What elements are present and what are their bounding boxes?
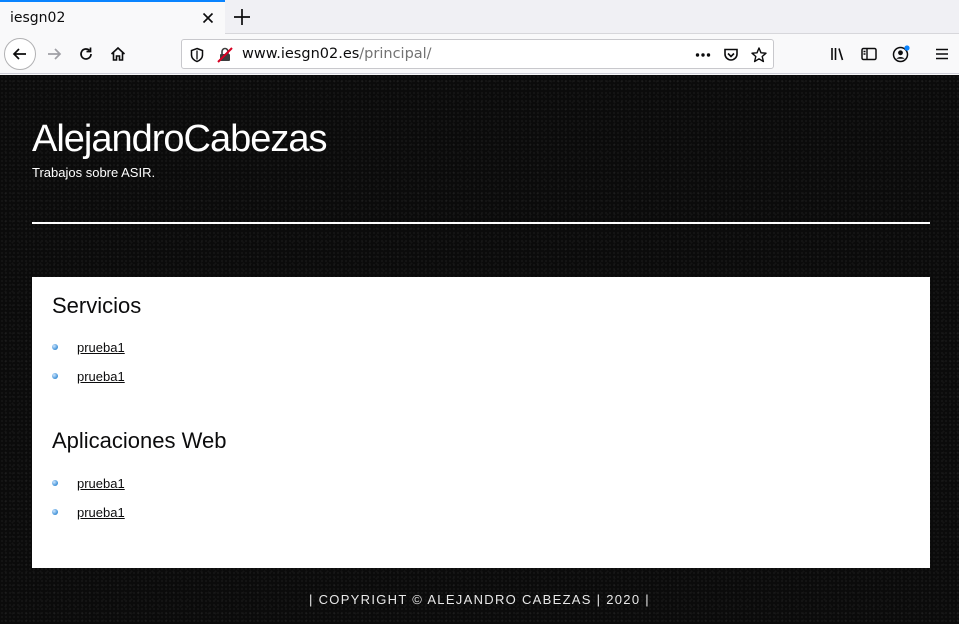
section-title-servicios: Servicios (52, 293, 142, 318)
list-item: prueba1 (52, 367, 125, 385)
site-tagline: Trabajos sobre ASIR. (32, 165, 156, 180)
link-prueba1[interactable]: prueba1 (77, 505, 125, 520)
tab-strip: iesgn02 (0, 0, 959, 34)
header-divider (32, 222, 930, 224)
link-prueba1[interactable]: prueba1 (77, 340, 125, 355)
library-icon (831, 48, 844, 61)
ellipsis-icon[interactable] (694, 46, 712, 64)
navigation-toolbar: www.iesgn02.es/principal/ (0, 34, 959, 74)
tab-title: iesgn02 (10, 10, 66, 26)
plus-icon[interactable] (231, 6, 253, 28)
account-button[interactable] (885, 38, 917, 70)
url-text[interactable]: www.iesgn02.es/principal/ (242, 46, 432, 62)
footer-copyright: | COPYRIGHT © ALEJANDRO CABEZAS | 2020 | (309, 592, 650, 607)
url-path: /principal/ (359, 46, 432, 62)
site-title[interactable]: AlejandroCabezas (32, 118, 328, 161)
url-host: www.iesgn02.es (242, 46, 360, 62)
back-button[interactable] (4, 38, 36, 70)
web-page: AlejandroCabezas Trabajos sobre ASIR. Se… (0, 75, 959, 624)
list-item: prueba1 (52, 503, 125, 521)
home-icon (110, 46, 126, 61)
bullet-icon (52, 480, 58, 486)
tab-iesgn02[interactable]: iesgn02 (0, 0, 225, 34)
shield-icon[interactable] (188, 46, 206, 64)
forward-button[interactable] (38, 38, 70, 70)
bullet-icon (52, 344, 58, 350)
list-item: prueba1 (52, 474, 125, 492)
arrow-right-icon (48, 48, 62, 60)
star-icon[interactable] (750, 46, 768, 64)
list-item: prueba1 (52, 338, 125, 356)
home-button[interactable] (102, 38, 134, 70)
sidebar-button[interactable] (853, 38, 885, 70)
pocket-icon[interactable] (722, 46, 740, 64)
bullet-icon (52, 373, 58, 379)
insecure-lock-icon[interactable] (216, 46, 234, 64)
address-bar[interactable]: www.iesgn02.es/principal/ (181, 39, 774, 69)
bullet-icon (52, 509, 58, 515)
section-title-aplicaciones-web: Aplicaciones Web (52, 428, 227, 453)
content-panel: Servicios prueba1 prueba1 Aplicaciones W… (32, 277, 930, 568)
library-button[interactable] (822, 38, 854, 70)
sidebar-icon (861, 47, 877, 61)
reload-icon (80, 47, 92, 60)
close-icon[interactable] (199, 9, 217, 27)
arrow-left-icon (12, 48, 26, 60)
link-prueba1[interactable]: prueba1 (77, 369, 125, 384)
link-prueba1[interactable]: prueba1 (77, 476, 125, 491)
menu-button[interactable] (926, 38, 958, 70)
hamburger-menu-icon (936, 48, 948, 60)
reload-button[interactable] (70, 38, 102, 70)
account-icon (892, 45, 910, 63)
